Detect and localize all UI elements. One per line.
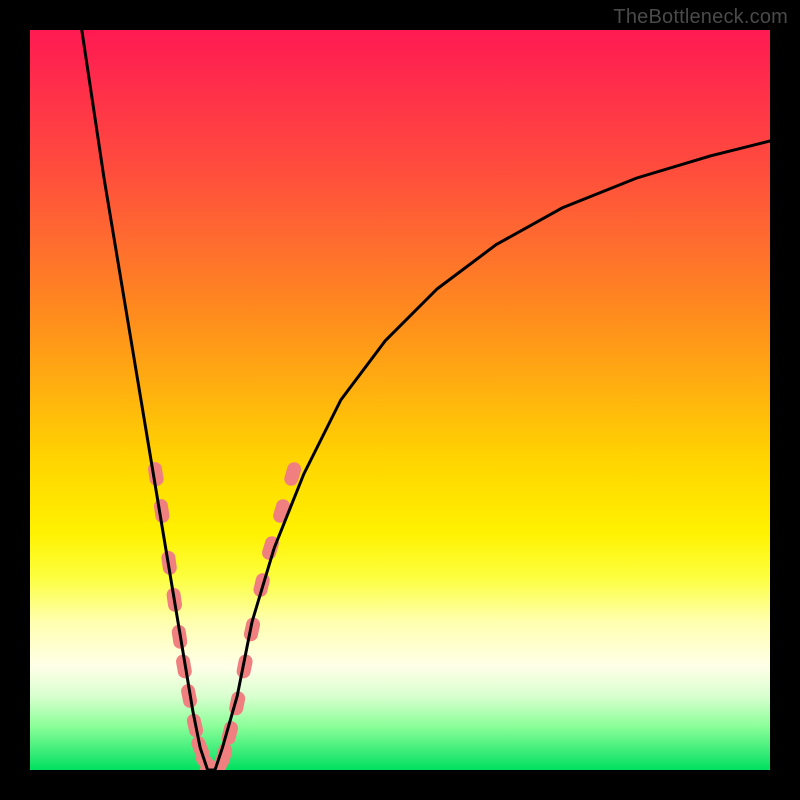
watermark-text: TheBottleneck.com bbox=[613, 6, 788, 29]
chart-frame: TheBottleneck.com bbox=[0, 0, 800, 800]
chart-svg bbox=[30, 30, 770, 770]
bottleneck-curve bbox=[82, 30, 770, 770]
markers-group bbox=[147, 460, 303, 770]
plot-area bbox=[30, 30, 770, 770]
